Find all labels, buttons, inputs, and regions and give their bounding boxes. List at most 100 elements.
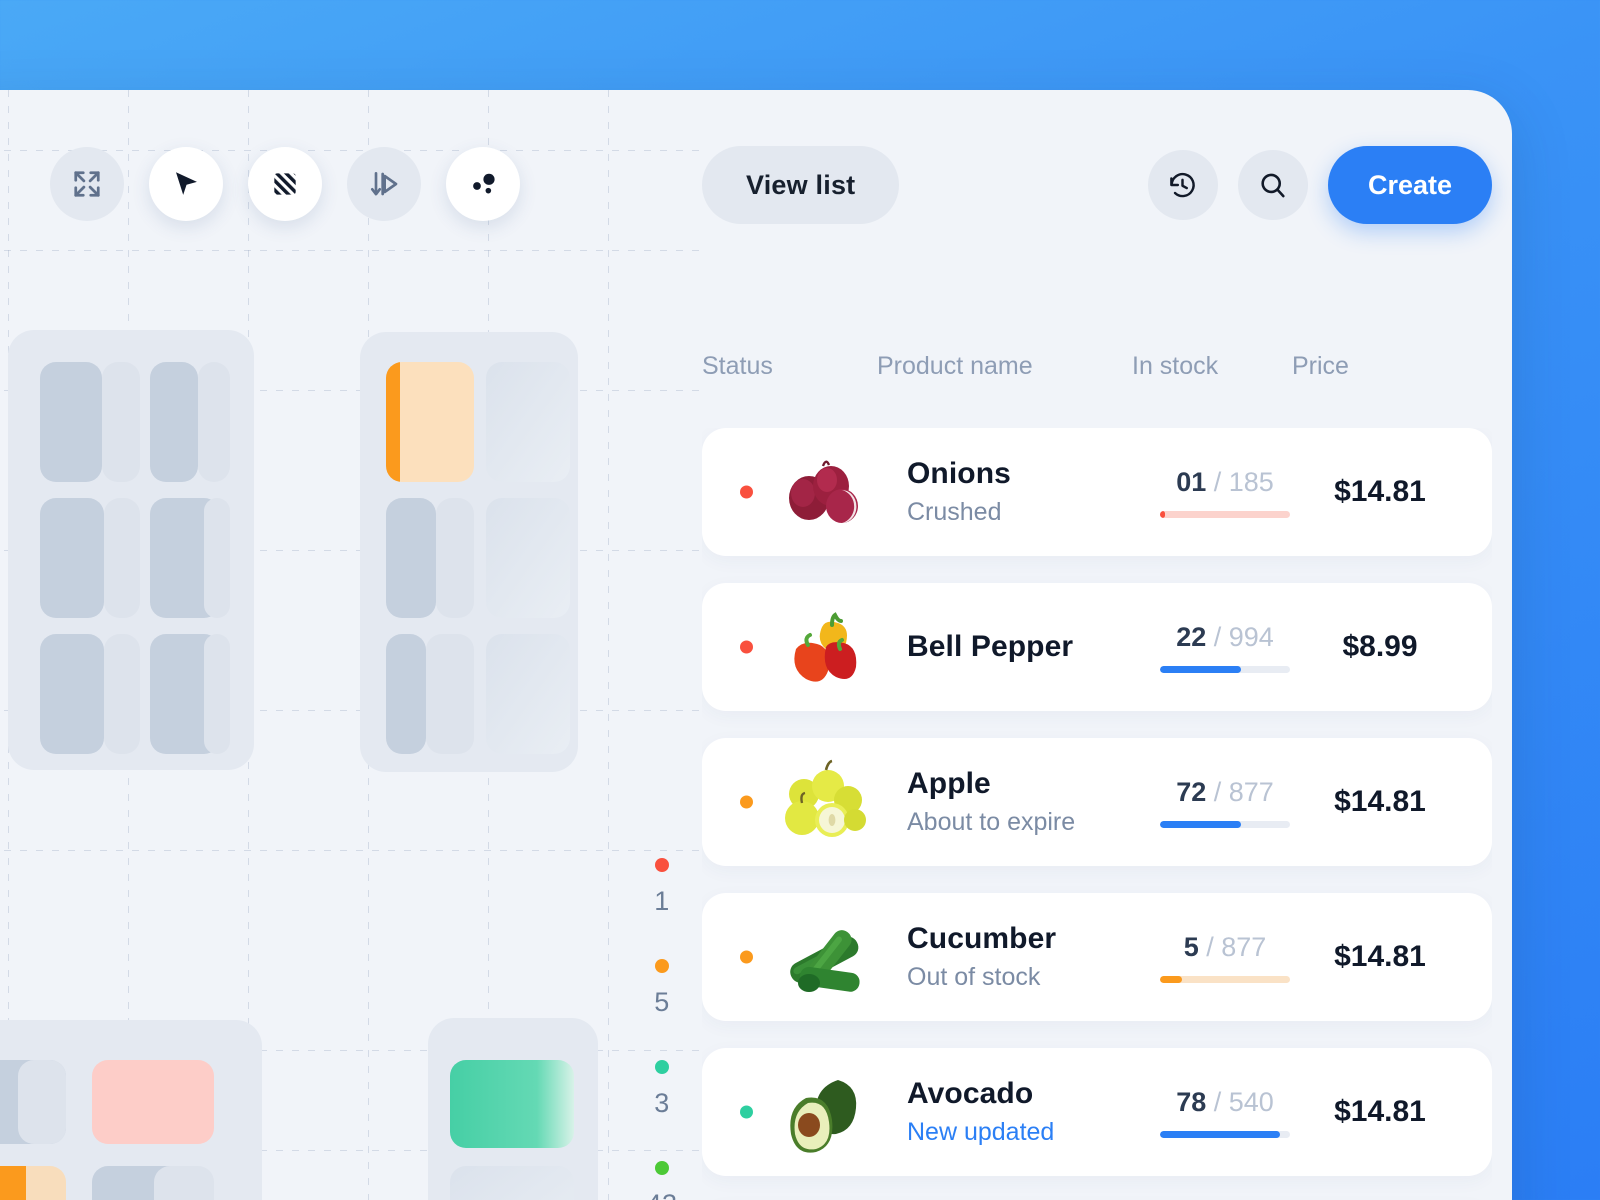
- product-row[interactable]: Onions Crushed 01 / 185 $14.81: [702, 428, 1492, 556]
- status-dot: [740, 640, 753, 654]
- shelf-cell[interactable]: [18, 1060, 66, 1144]
- product-name-block: Onions Crushed: [907, 457, 1011, 527]
- stock-numbers: 72 / 877: [1160, 777, 1290, 808]
- flip-icon: [368, 168, 400, 200]
- status-dot: [740, 1105, 753, 1119]
- shelf-block-d[interactable]: [428, 1018, 598, 1200]
- legend-dot-red: [655, 858, 669, 872]
- stock-total: 994: [1228, 621, 1274, 652]
- canvas-toolbar: [50, 147, 520, 221]
- hatch-tool-button[interactable]: [248, 147, 322, 221]
- shelf-cell[interactable]: [486, 362, 570, 482]
- stock-total: 185: [1228, 466, 1274, 497]
- product-row[interactable]: Bell Pepper 22 / 994 $8.99: [702, 583, 1492, 711]
- stock-numbers: 5 / 877: [1160, 932, 1290, 963]
- shelf-cell[interactable]: [40, 362, 102, 482]
- product-name: Bell Pepper: [907, 630, 1074, 663]
- view-list-button[interactable]: View list: [702, 146, 900, 224]
- shelf-cell[interactable]: [40, 634, 104, 754]
- product-name: Cucumber: [907, 922, 1057, 955]
- shelf-cell[interactable]: [204, 634, 230, 754]
- stock-block: 72 / 877: [1160, 777, 1290, 828]
- shelf-cell[interactable]: [102, 362, 140, 482]
- stock-separator: /: [1206, 466, 1229, 497]
- cursor-icon: [170, 168, 202, 200]
- shelf-cell[interactable]: [486, 498, 570, 618]
- stock-current: 72: [1176, 776, 1207, 807]
- shelf-block-b[interactable]: [360, 332, 578, 772]
- app-card: 1 5 3 43: [0, 90, 1512, 1200]
- shelf-cell[interactable]: [150, 362, 198, 482]
- shelf-cell[interactable]: [154, 1166, 214, 1200]
- stock-progress-fill: [1160, 975, 1183, 983]
- shelf-cell[interactable]: [386, 634, 426, 754]
- stock-block: 01 / 185: [1160, 467, 1290, 518]
- table-column-headers: Status Product name In stock Price: [702, 352, 1492, 396]
- status-legend: 1 5 3 43: [632, 858, 692, 1200]
- product-subtitle: Out of stock: [907, 963, 1041, 991]
- stock-block: 5 / 877: [1160, 932, 1290, 983]
- legend-item: 43: [632, 1161, 692, 1200]
- shelf-cell-highlight-orange[interactable]: [0, 1166, 66, 1200]
- product-row[interactable]: Apple About to expire 72 / 877 $14.81: [702, 738, 1492, 866]
- nodes-tool-button[interactable]: [446, 147, 520, 221]
- stock-separator: /: [1198, 931, 1222, 962]
- flip-tool-button[interactable]: [347, 147, 421, 221]
- legend-count: 1: [654, 886, 670, 916]
- stock-total: 877: [1228, 776, 1274, 807]
- shelf-cell-highlight-teal[interactable]: [450, 1060, 574, 1148]
- shelf-cell[interactable]: [40, 498, 104, 618]
- shelf-cell[interactable]: [104, 634, 140, 754]
- shelf-cell-highlight-pink[interactable]: [92, 1060, 214, 1144]
- product-price: $14.81: [1334, 785, 1426, 818]
- history-button[interactable]: [1147, 150, 1218, 220]
- stock-block: 22 / 994: [1160, 622, 1290, 673]
- stock-total: 540: [1228, 1086, 1274, 1117]
- floorplan-canvas[interactable]: [0, 90, 700, 1200]
- product-name-block: Avocado New updated: [907, 1077, 1054, 1147]
- stock-numbers: 22 / 994: [1160, 622, 1290, 653]
- shelf-cell[interactable]: [204, 498, 230, 618]
- stock-total: 877: [1221, 931, 1267, 962]
- legend-item: 3: [632, 1060, 692, 1119]
- product-subtitle: About to expire: [907, 808, 1076, 836]
- cursor-tool-button[interactable]: [149, 147, 223, 221]
- shelf-cell[interactable]: [386, 498, 436, 618]
- stock-progress-track: [1160, 820, 1290, 828]
- shelf-cell-highlight-orange[interactable]: [386, 362, 474, 482]
- product-price: $8.99: [1342, 630, 1418, 663]
- shelf-block-a[interactable]: [8, 330, 254, 770]
- apple-image: [776, 756, 872, 848]
- product-name-block: Apple About to expire: [907, 767, 1075, 837]
- shelf-cell[interactable]: [450, 1166, 574, 1200]
- create-button[interactable]: Create: [1327, 146, 1492, 224]
- stock-progress-track: [1160, 510, 1290, 518]
- status-dot: [740, 950, 753, 964]
- shelf-cell[interactable]: [104, 498, 140, 618]
- product-price: $14.81: [1334, 1095, 1426, 1128]
- shelf-cell[interactable]: [436, 498, 474, 618]
- product-row[interactable]: Cucumber Out of stock 5 / 877 $14.81: [702, 893, 1492, 1021]
- shelf-cell[interactable]: [486, 634, 570, 754]
- stock-progress-fill: [1160, 510, 1166, 518]
- shelf-cell[interactable]: [426, 634, 474, 754]
- stock-progress-fill: [1160, 820, 1241, 828]
- list-header: View list Create: [702, 145, 1492, 225]
- column-header-product-name: Product name: [877, 352, 1033, 380]
- stock-block: 78 / 540: [1160, 1087, 1290, 1138]
- shelf-block-c[interactable]: [0, 1020, 262, 1200]
- column-header-price: Price: [1292, 352, 1349, 380]
- shelf-cell[interactable]: [198, 362, 230, 482]
- column-header-in-stock: In stock: [1132, 352, 1219, 380]
- expand-button[interactable]: [50, 147, 124, 221]
- product-row[interactable]: Avocado New updated 78 / 540 $14.81: [702, 1048, 1492, 1176]
- header-actions: Create: [1147, 146, 1492, 224]
- stock-current: 5: [1183, 931, 1199, 962]
- bell-pepper-image: [776, 601, 872, 693]
- product-list[interactable]: Onions Crushed 01 / 185 $14.81 Bell Pepp…: [702, 428, 1492, 1200]
- avocado-image: [776, 1066, 872, 1158]
- cucumber-image: [776, 911, 872, 1003]
- grid-line: [0, 850, 700, 851]
- column-header-status: Status: [702, 352, 773, 380]
- search-button[interactable]: [1237, 150, 1308, 220]
